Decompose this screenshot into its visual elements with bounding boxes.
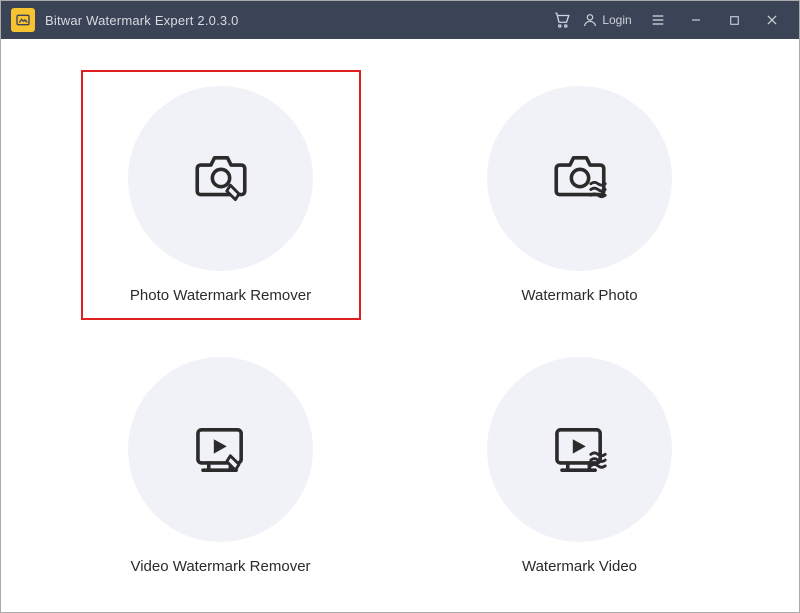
option-label: Photo Watermark Remover (130, 287, 311, 304)
titlebar-actions: Login (543, 1, 791, 39)
app-title: Bitwar Watermark Expert 2.0.3.0 (45, 13, 239, 28)
watermark-video-card[interactable]: Watermark Video (440, 341, 720, 591)
camera-watermark-icon (544, 142, 616, 214)
minimize-icon (689, 13, 703, 27)
logo-icon (15, 12, 31, 28)
option-label: Watermark Video (522, 558, 637, 575)
user-icon (582, 12, 598, 28)
camera-remove-icon (185, 142, 257, 214)
photo-watermark-remover-card[interactable]: Photo Watermark Remover (81, 70, 361, 320)
close-icon (765, 13, 779, 27)
minimize-button[interactable] (677, 1, 715, 39)
titlebar: Bitwar Watermark Expert 2.0.3.0 Login (1, 1, 799, 39)
menu-icon (650, 12, 666, 28)
video-remove-icon (185, 414, 257, 486)
cart-button[interactable] (543, 1, 581, 39)
cart-icon (553, 11, 571, 29)
video-watermark-remover-card[interactable]: Video Watermark Remover (81, 341, 361, 591)
maximize-icon (728, 14, 741, 27)
video-watermark-icon (544, 414, 616, 486)
app-window: Bitwar Watermark Expert 2.0.3.0 Login (0, 0, 800, 613)
icon-circle (128, 86, 313, 271)
option-label: Video Watermark Remover (130, 558, 310, 575)
login-label: Login (602, 13, 631, 27)
menu-button[interactable] (639, 1, 677, 39)
close-button[interactable] (753, 1, 791, 39)
maximize-button[interactable] (715, 1, 753, 39)
icon-circle (128, 357, 313, 542)
watermark-photo-card[interactable]: Watermark Photo (440, 70, 720, 320)
app-logo (11, 8, 35, 32)
login-button[interactable]: Login (581, 1, 633, 39)
icon-circle (487, 86, 672, 271)
main-content: Photo Watermark Remover Watermark Photo (1, 39, 799, 612)
icon-circle (487, 357, 672, 542)
option-label: Watermark Photo (521, 287, 637, 304)
